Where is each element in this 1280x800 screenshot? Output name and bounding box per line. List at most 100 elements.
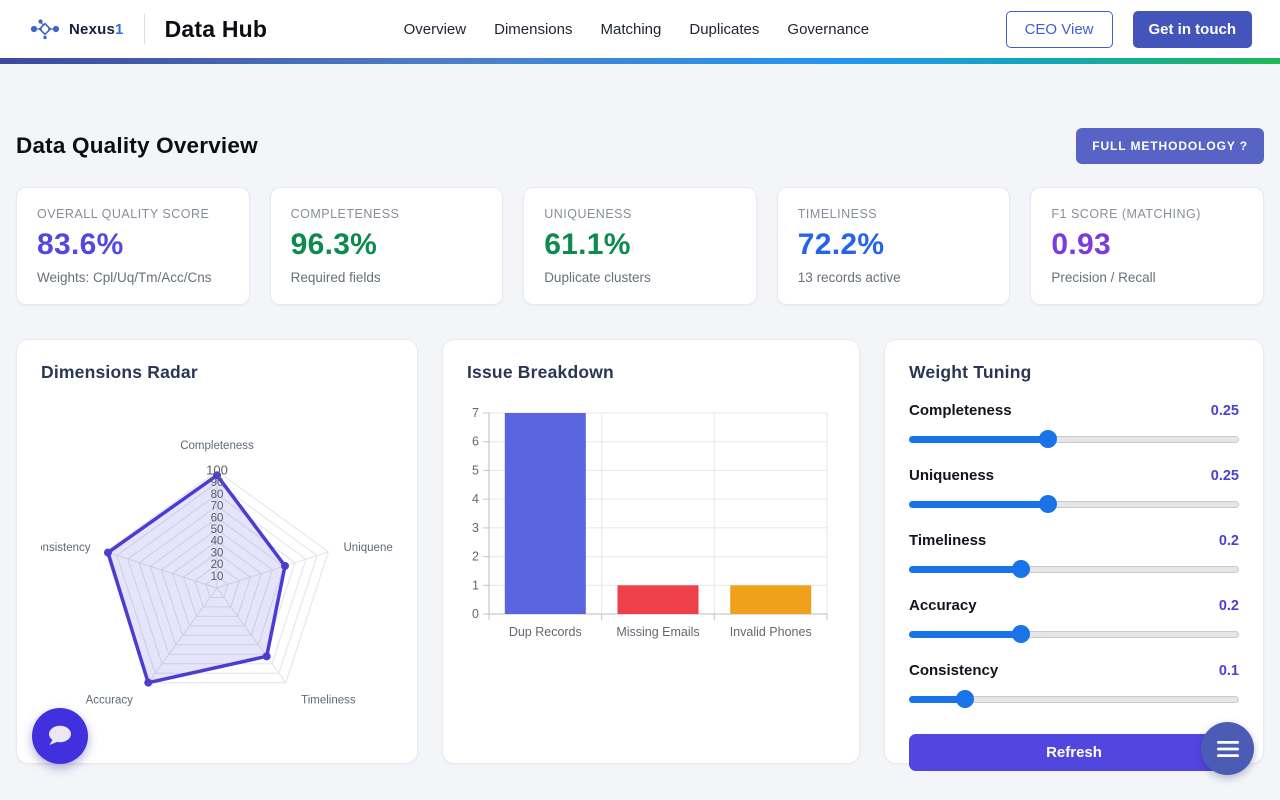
svg-text:4: 4 (472, 492, 479, 506)
ceo-view-button[interactable]: CEO View (1006, 11, 1113, 48)
menu-fab-button[interactable] (1201, 722, 1254, 775)
card-label: F1 SCORE (MATCHING) (1051, 207, 1243, 221)
issues-panel-title: Issue Breakdown (467, 362, 835, 383)
svg-text:50: 50 (211, 524, 224, 536)
nav-duplicates[interactable]: Duplicates (687, 15, 761, 44)
svg-text:Consistency: Consistency (41, 542, 91, 554)
slider-value: 0.2 (1219, 533, 1239, 549)
svg-text:2: 2 (472, 550, 479, 564)
issues-bar-chart: 01234567Dup RecordsMissing EmailsInvalid… (467, 401, 835, 654)
nexus-logo-icon (30, 16, 60, 42)
header-gradient-bar (0, 58, 1280, 64)
nav-dimensions[interactable]: Dimensions (492, 15, 574, 44)
slider-thumb[interactable] (1012, 560, 1030, 578)
card-uniqueness: UNIQUENESS 61.1% Duplicate clusters (523, 187, 757, 305)
weight-row-timeliness: Timeliness 0.2 (909, 532, 1239, 578)
full-methodology-button[interactable]: FULL METHODOLOGY ? (1076, 128, 1264, 164)
main-nav: Overview Dimensions Matching Duplicates … (402, 15, 872, 44)
card-label: COMPLETENESS (291, 207, 483, 221)
card-f1-score: F1 SCORE (MATCHING) 0.93 Precision / Rec… (1030, 187, 1264, 305)
issue-breakdown-panel: Issue Breakdown 01234567Dup RecordsMissi… (442, 339, 860, 764)
svg-text:70: 70 (211, 501, 224, 513)
weight-row-consistency: Consistency 0.1 (909, 662, 1239, 708)
svg-text:6: 6 (472, 435, 479, 449)
svg-text:Invalid Phones: Invalid Phones (730, 625, 812, 639)
radar-panel-title: Dimensions Radar (41, 362, 393, 383)
card-value: 83.6% (37, 228, 229, 262)
svg-text:7: 7 (472, 406, 479, 420)
card-value: 72.2% (798, 228, 990, 262)
card-label: TIMELINESS (798, 207, 990, 221)
slider-label: Uniqueness (909, 467, 994, 484)
svg-text:1: 1 (472, 578, 479, 592)
slider-value: 0.1 (1219, 663, 1239, 679)
consistency-slider[interactable] (909, 690, 1239, 708)
main-content: Data Quality Overview FULL METHODOLOGY ?… (0, 128, 1280, 764)
header: Nexus1 Data Hub Overview Dimensions Matc… (0, 0, 1280, 58)
svg-text:80: 80 (211, 489, 224, 501)
card-overall-quality: OVERALL QUALITY SCORE 83.6% Weights: Cpl… (16, 187, 250, 305)
card-value: 61.1% (544, 228, 736, 262)
refresh-button[interactable]: Refresh (909, 734, 1239, 771)
slider-value: 0.25 (1211, 403, 1239, 419)
nav-matching[interactable]: Matching (598, 15, 663, 44)
slider-label: Consistency (909, 662, 998, 679)
hamburger-icon (1216, 739, 1240, 759)
slider-label: Accuracy (909, 597, 977, 614)
brand-name: Nexus1 (69, 21, 124, 38)
timeliness-slider[interactable] (909, 560, 1239, 578)
svg-text:60: 60 (211, 512, 224, 524)
card-sub: Required fields (291, 270, 483, 285)
dimensions-radar-panel: Dimensions Radar 102030405060708090100 Co… (16, 339, 418, 764)
page-title: Data Quality Overview (16, 133, 258, 159)
card-label: OVERALL QUALITY SCORE (37, 207, 229, 221)
card-completeness: COMPLETENESS 96.3% Required fields (270, 187, 504, 305)
svg-text:3: 3 (472, 521, 479, 535)
chat-fab-button[interactable] (32, 708, 88, 764)
accuracy-slider[interactable] (909, 625, 1239, 643)
svg-text:Timeliness: Timeliness (301, 695, 356, 707)
app-title: Data Hub (165, 16, 268, 43)
card-timeliness: TIMELINESS 72.2% 13 records active (777, 187, 1011, 305)
slider-label: Timeliness (909, 532, 986, 549)
slider-thumb[interactable] (1039, 495, 1057, 513)
svg-text:20: 20 (211, 559, 224, 571)
header-divider (144, 14, 145, 44)
svg-text:100: 100 (206, 463, 228, 478)
svg-text:Missing Emails: Missing Emails (616, 625, 699, 639)
weight-row-uniqueness: Uniqueness 0.25 (909, 467, 1239, 513)
metric-cards: OVERALL QUALITY SCORE 83.6% Weights: Cpl… (16, 187, 1264, 305)
svg-text:0: 0 (472, 607, 479, 621)
nav-overview[interactable]: Overview (402, 15, 469, 44)
svg-text:Uniqueness: Uniqueness (344, 542, 394, 554)
card-sub: 13 records active (798, 270, 990, 285)
weight-row-completeness: Completeness 0.25 (909, 402, 1239, 448)
card-sub: Precision / Recall (1051, 270, 1243, 285)
card-value: 96.3% (291, 228, 483, 262)
svg-text:10: 10 (211, 571, 224, 583)
slider-label: Completeness (909, 402, 1012, 419)
svg-text:30: 30 (211, 547, 224, 559)
weight-tuning-panel: Weight Tuning Completeness 0.25 Uniquene… (884, 339, 1264, 764)
slider-thumb[interactable] (956, 690, 974, 708)
slider-value: 0.2 (1219, 598, 1239, 614)
card-sub: Weights: Cpl/Uq/Tm/Acc/Cns (37, 270, 229, 285)
get-in-touch-button[interactable]: Get in touch (1133, 11, 1253, 48)
svg-text:40: 40 (211, 536, 224, 548)
slider-thumb[interactable] (1039, 430, 1057, 448)
brand[interactable]: Nexus1 (30, 16, 124, 42)
svg-text:Accuracy: Accuracy (86, 695, 134, 707)
card-label: UNIQUENESS (544, 207, 736, 221)
weight-row-accuracy: Accuracy 0.2 (909, 597, 1239, 643)
completeness-slider[interactable] (909, 430, 1239, 448)
svg-text:5: 5 (472, 463, 479, 477)
nav-governance[interactable]: Governance (785, 15, 871, 44)
uniqueness-slider[interactable] (909, 495, 1239, 513)
chat-bubble-icon (43, 719, 77, 753)
svg-text:Completeness: Completeness (180, 440, 254, 452)
svg-text:90: 90 (211, 477, 224, 489)
slider-value: 0.25 (1211, 468, 1239, 484)
header-actions: CEO View Get in touch (1006, 11, 1252, 48)
card-value: 0.93 (1051, 228, 1243, 262)
slider-thumb[interactable] (1012, 625, 1030, 643)
